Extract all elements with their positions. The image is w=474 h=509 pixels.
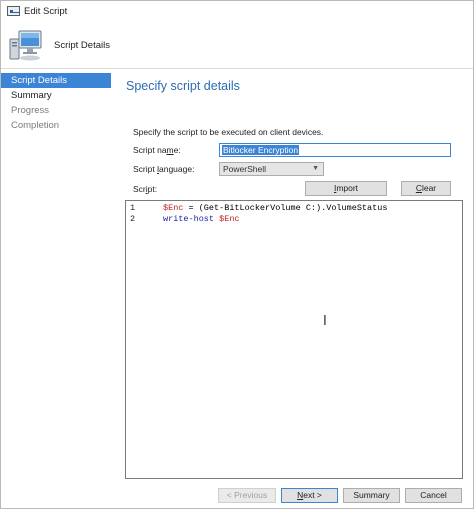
next-button[interactable]: Next > xyxy=(281,488,338,503)
nav-item-script-details[interactable]: Script Details xyxy=(1,73,111,88)
script-name-value: Bitlocker Encryption xyxy=(222,145,300,155)
script-label: Script: xyxy=(133,184,158,194)
line-number: 2 xyxy=(130,214,136,224)
code-token: $Enc xyxy=(163,203,184,213)
clear-button[interactable]: Clear xyxy=(401,181,451,196)
chevron-down-icon: ▼ xyxy=(312,165,319,172)
edit-script-window: Edit Script Script Details Script Detail… xyxy=(0,0,474,509)
code-token: write-host xyxy=(163,214,215,224)
code-text: write-host $Enc xyxy=(163,214,240,225)
line-number: 1 xyxy=(130,203,136,213)
script-editor[interactable]: I 1 $Enc = (Get-BitLockerVolume C:).Volum… xyxy=(125,200,463,479)
code-line: 2 write-host $Enc xyxy=(126,214,456,225)
code-token: $Enc xyxy=(219,214,240,224)
nav-item-progress: Progress xyxy=(11,105,50,116)
wizard-footer: < Previous Next > Summary Cancel xyxy=(1,483,473,509)
summary-button[interactable]: Summary xyxy=(343,488,400,503)
code-text: $Enc = (Get-BitLockerVolume C:).VolumeSt… xyxy=(163,203,387,214)
nav-item-completion: Completion xyxy=(11,120,60,131)
nav-item-summary[interactable]: Summary xyxy=(1,88,115,103)
description-text: Specify the script to be executed on cli… xyxy=(133,127,324,137)
script-name-input[interactable]: Bitlocker Encryption xyxy=(219,143,451,157)
window-app-icon xyxy=(7,6,20,16)
code-token: = (Get-BitLockerVolume C:).VolumeStatus xyxy=(183,203,388,213)
script-language-value: PowerShell xyxy=(223,164,266,174)
window-title: Edit Script xyxy=(24,5,68,17)
content-pane: Specify script details Specify the scrip… xyxy=(115,73,473,483)
wizard-nav: Script Details Summary Progress Completi… xyxy=(1,73,115,133)
previous-button: < Previous xyxy=(218,488,276,503)
wizard-header: Script Details xyxy=(1,21,473,69)
script-language-select[interactable]: PowerShell ▼ xyxy=(219,162,324,176)
text-cursor-icon: I xyxy=(323,314,327,329)
script-name-label: Script name: xyxy=(133,145,181,155)
title-bar: Edit Script xyxy=(1,1,473,21)
section-title: Specify script details xyxy=(126,79,240,93)
script-language-label: Script language: xyxy=(133,164,195,174)
code-line: 1 $Enc = (Get-BitLockerVolume C:).VolumeS… xyxy=(126,203,456,214)
cancel-button[interactable]: Cancel xyxy=(405,488,462,503)
computer-icon xyxy=(9,30,42,61)
header-title: Script Details xyxy=(54,40,110,51)
import-button[interactable]: Import xyxy=(305,181,387,196)
